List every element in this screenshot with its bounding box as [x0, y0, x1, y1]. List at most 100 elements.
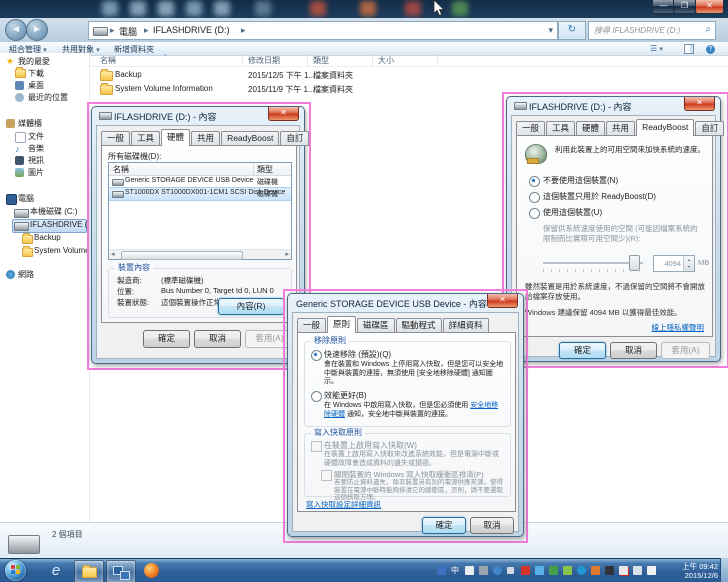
taskbar-explorer-button[interactable]: [74, 560, 104, 582]
change-view-button[interactable]: ☰ ▾: [650, 44, 663, 53]
ime-chinese-icon[interactable]: 中: [451, 566, 460, 575]
radio-dedicate-device[interactable]: [529, 192, 540, 203]
address-dropdown-icon[interactable]: ▾: [548, 25, 553, 36]
radio-quick-removal-label[interactable]: 快速移除 (預設)(Q): [324, 349, 391, 360]
back-button[interactable]: ◄: [5, 19, 27, 41]
privacy-statement-link[interactable]: 線上隱私權聲明: [652, 322, 705, 333]
radio-do-not-use-label[interactable]: 不要使用這個裝置(N): [543, 175, 618, 186]
sidebar-item-network[interactable]: 網路: [18, 269, 34, 280]
checkbox-turn-off-buffer-flushing[interactable]: [321, 470, 332, 481]
green-app-tray-icon[interactable]: [549, 566, 558, 575]
show-desktop-button[interactable]: [720, 558, 728, 582]
tab-driver[interactable]: 驅動程式: [395, 318, 442, 333]
tab-general[interactable]: 一般: [297, 318, 327, 333]
slider-track[interactable]: [543, 262, 643, 264]
ime-language-icon[interactable]: [437, 566, 446, 575]
spin-down-icon[interactable]: ▾: [684, 263, 694, 270]
spin-up-icon[interactable]: ▴: [684, 256, 694, 263]
sidebar-item-downloads[interactable]: 下載: [28, 68, 44, 79]
checkbox-enable-write-caching[interactable]: [311, 441, 322, 452]
tab-readyboost[interactable]: ReadyBoost: [636, 119, 695, 136]
sidebar-item-favorites[interactable]: 我的最愛: [18, 56, 50, 67]
tab-policies[interactable]: 原則: [327, 316, 357, 333]
spinner-buttons[interactable]: ▴ ▾: [683, 256, 694, 271]
network-tray-icon[interactable]: [633, 566, 642, 575]
tab-volumes[interactable]: 磁碟區: [357, 318, 395, 333]
tab-tools[interactable]: 工具: [131, 131, 161, 146]
sidebar-item-desktop[interactable]: 桌面: [28, 80, 44, 91]
taskbar-clock[interactable]: 上午 09:42 2015/12/6: [682, 562, 718, 580]
close-button[interactable]: ✕: [695, 0, 724, 14]
help-tray-icon[interactable]: [493, 566, 502, 575]
radio-use-device[interactable]: [529, 208, 540, 219]
checkbox-enable-write-caching-label[interactable]: 在裝置上啟用寫入快取(W): [324, 440, 417, 451]
forward-button[interactable]: ►: [26, 19, 48, 41]
radio-use-device-label[interactable]: 使用這個裝置(U): [543, 207, 602, 218]
sidebar-item-svi[interactable]: System Volume I: [34, 246, 89, 255]
device-listbox[interactable]: 名稱 類型 Generic STORAGE DEVICE USB Device …: [108, 162, 292, 260]
taskbar-ie-button[interactable]: e: [42, 560, 70, 581]
sidebar-item-backup[interactable]: Backup: [34, 233, 61, 242]
cancel-button[interactable]: 取消: [194, 330, 241, 348]
tab-hardware[interactable]: 硬體: [576, 121, 606, 136]
close-button[interactable]: ✕: [684, 97, 715, 111]
write-caching-details-link[interactable]: 寫入快取設定詳細資訊: [306, 499, 381, 510]
breadcrumb-drive[interactable]: IFLASHDRIVE (D:): [153, 25, 230, 35]
action-center-icon[interactable]: [619, 566, 628, 575]
taskbar-firefox-button[interactable]: [138, 560, 166, 581]
tab-general[interactable]: 一般: [101, 131, 131, 146]
search-box[interactable]: 搜尋 IFLASHDRIVE (D:) ⌕: [588, 21, 716, 40]
breadcrumb-computer[interactable]: 電腦: [119, 25, 137, 38]
column-header-name[interactable]: 名稱: [100, 55, 116, 66]
tab-customize[interactable]: 自訂: [695, 121, 725, 136]
tab-general[interactable]: 一般: [516, 121, 546, 136]
sidebar-item-computer[interactable]: 電腦: [18, 193, 34, 204]
minimize-button[interactable]: —: [652, 0, 675, 14]
ok-button[interactable]: 確定: [559, 342, 606, 359]
sidebar-item-music[interactable]: 音樂: [28, 143, 44, 154]
tab-readyboost[interactable]: ReadyBoost: [221, 131, 280, 146]
close-button[interactable]: ✕: [487, 294, 518, 308]
sidebar-item-documents[interactable]: 文件: [28, 131, 44, 142]
grid-app-tray-icon[interactable]: [535, 566, 544, 575]
radio-quick-removal[interactable]: [311, 350, 322, 361]
safely-remove-hardware-icon[interactable]: [563, 566, 572, 575]
cancel-button[interactable]: 取消: [470, 517, 514, 534]
tab-tools[interactable]: 工具: [546, 121, 576, 136]
maximize-button[interactable]: ❐: [673, 0, 696, 14]
start-button[interactable]: [5, 560, 26, 581]
tab-sharing[interactable]: 共用: [606, 121, 636, 136]
sidebar-item-libraries[interactable]: 媒體櫃: [18, 118, 42, 129]
sidebar-item-videos[interactable]: 視訊: [28, 155, 44, 166]
close-button[interactable]: ✕: [268, 107, 299, 121]
address-bar[interactable]: ▸ 電腦 ▸ IFLASHDRIVE (D:) ▸ ▾: [88, 21, 558, 40]
radio-better-performance-label[interactable]: 效能更好(B): [324, 390, 367, 401]
show-hidden-icons-button[interactable]: [507, 567, 514, 574]
column-header-date[interactable]: 修改日期: [248, 55, 280, 66]
sidebar-item-drive-d[interactable]: IFLASHDRIVE (D:): [30, 220, 89, 229]
scrollbar-thumb[interactable]: [121, 251, 243, 260]
audio-mixer-icon[interactable]: [591, 566, 600, 575]
reserve-amount-spinner[interactable]: 4094 ▴ ▾: [653, 255, 695, 272]
scroll-left-icon[interactable]: ◂: [111, 250, 115, 258]
tab-details[interactable]: 詳細資料: [442, 318, 489, 333]
sidebar-item-disk-c[interactable]: 本機磁碟 (C:): [30, 206, 78, 217]
red-app-tray-icon[interactable]: [521, 566, 530, 575]
list-col-type[interactable]: 類型: [257, 164, 273, 175]
ok-button[interactable]: 確定: [143, 330, 190, 348]
ok-button[interactable]: 確定: [422, 517, 466, 534]
tab-customize[interactable]: 自訂: [280, 131, 310, 146]
column-header-type[interactable]: 類型: [313, 55, 329, 66]
properties-button[interactable]: 內容(R): [218, 298, 284, 315]
cancel-button[interactable]: 取消: [610, 342, 657, 359]
printer-icon[interactable]: [479, 566, 488, 575]
tab-hardware[interactable]: 硬體: [161, 129, 191, 146]
sidebar-item-recent[interactable]: 最近的位置: [28, 92, 68, 103]
radio-better-performance[interactable]: [311, 391, 322, 402]
blue-app-tray-icon[interactable]: [577, 566, 586, 575]
black-app-tray-icon[interactable]: [605, 566, 614, 575]
taskbar-network-app-button[interactable]: [106, 560, 136, 582]
radio-do-not-use[interactable]: [529, 176, 540, 187]
radio-dedicate-device-label[interactable]: 這個裝置只用於 ReadyBoost(D): [543, 191, 656, 202]
list-col-name[interactable]: 名稱: [113, 164, 129, 175]
